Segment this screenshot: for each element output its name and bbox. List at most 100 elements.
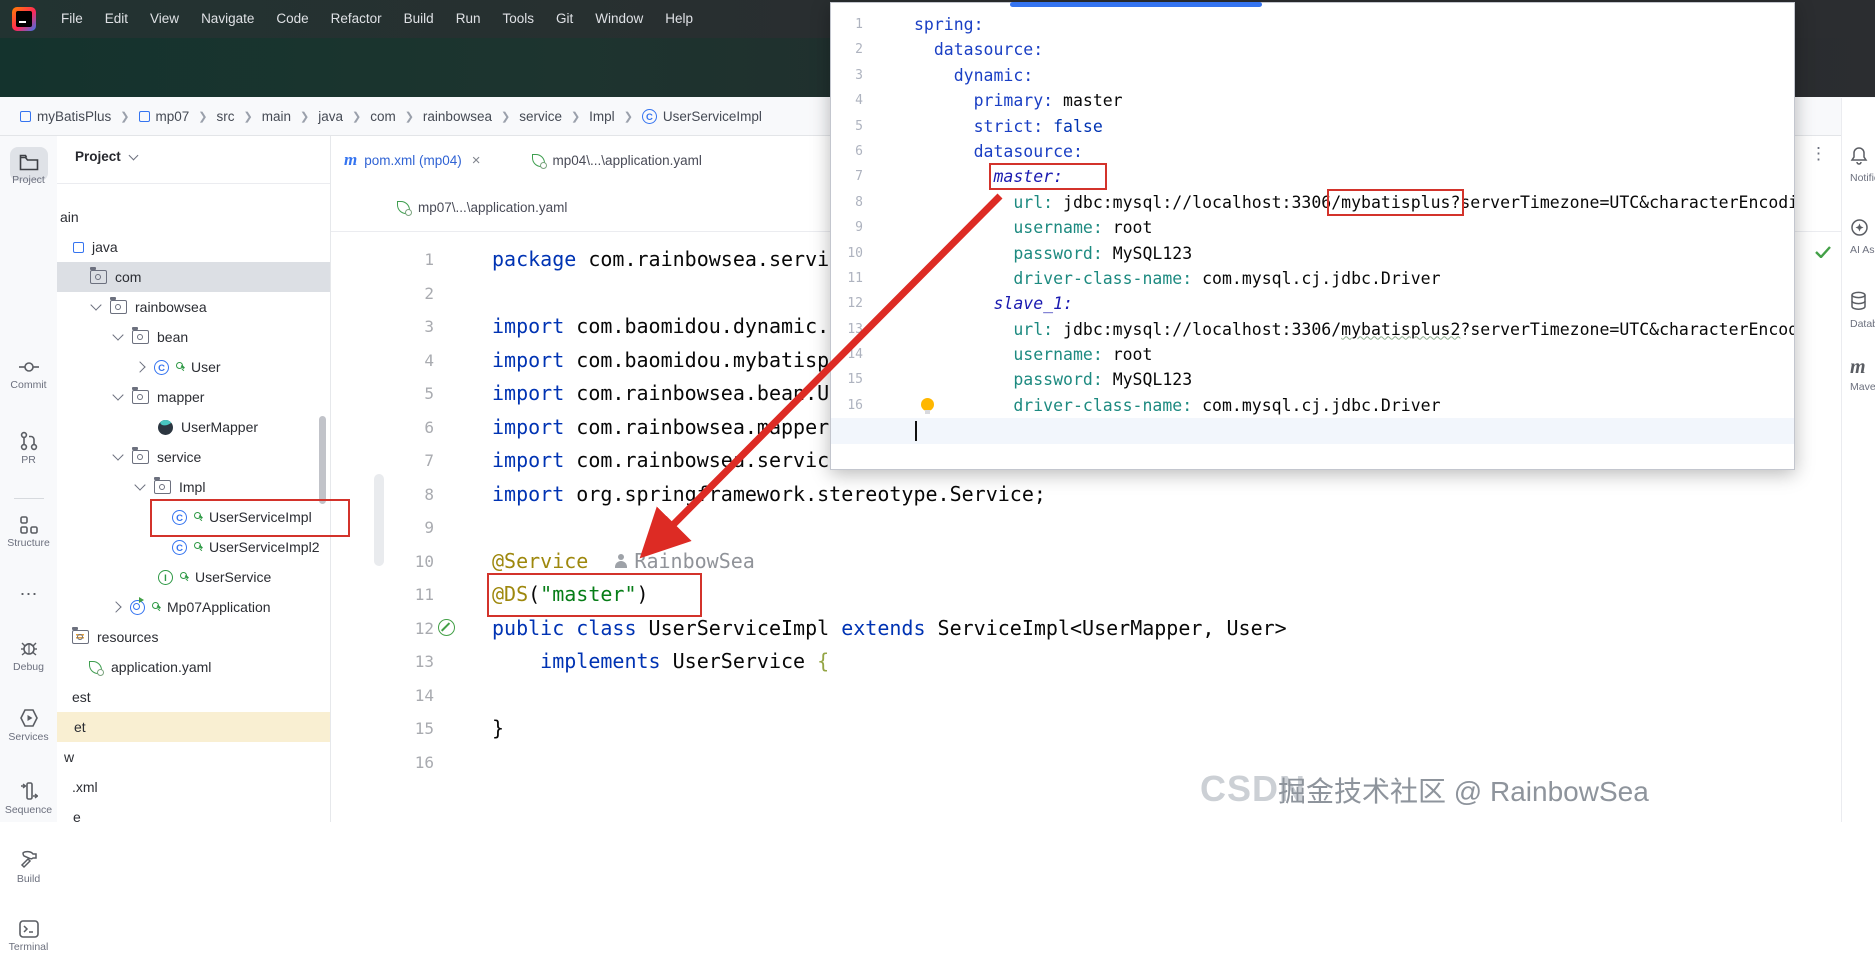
stripe-more[interactable]: ⋯ — [0, 584, 57, 605]
folder-icon — [132, 447, 149, 464]
breadcrumb-project[interactable]: myBatisPlus — [20, 109, 111, 124]
tree-item-xml[interactable]: .xml — [57, 772, 330, 802]
breadcrumb-mp07[interactable]: mp07 — [138, 109, 189, 124]
stripe-commit[interactable]: Commit — [0, 358, 57, 391]
chevron-down-icon[interactable] — [112, 389, 124, 401]
chevron-down-icon[interactable] — [112, 449, 124, 461]
folder-icon — [132, 387, 149, 404]
menu-code[interactable]: Code — [265, 0, 319, 38]
menu-git[interactable]: Git — [545, 0, 584, 38]
watermark: CSDN掘金技术社区 @ RainbowSea — [1200, 768, 1649, 810]
tree-item-target[interactable]: et — [57, 712, 330, 742]
folder-icon — [132, 327, 149, 344]
source-root-icon — [73, 241, 84, 253]
menu-file[interactable]: File — [50, 0, 94, 38]
database-icon — [1851, 291, 1866, 310]
tab-mp07-application-yaml[interactable]: mp07\...\application.yaml — [382, 184, 581, 231]
tree-item-impl[interactable]: Impl — [57, 472, 330, 502]
stripe-terminal[interactable]: Terminal — [0, 920, 57, 953]
structure-icon — [19, 516, 38, 534]
inspection-ok-icon[interactable] — [1815, 246, 1831, 258]
tree-item-user[interactable]: C User — [57, 352, 330, 382]
stripe-services[interactable]: Services — [0, 708, 57, 743]
breadcrumb-service[interactable]: service — [519, 109, 562, 124]
breadcrumb-com[interactable]: com — [370, 109, 396, 124]
menu-window[interactable]: Window — [584, 0, 654, 38]
folder-icon — [110, 297, 127, 314]
bug-icon — [20, 642, 37, 656]
class-icon: C — [172, 539, 187, 555]
chevron-right-icon[interactable] — [110, 601, 122, 613]
yaml-gutter: 1234567891011121314151617 — [847, 17, 863, 438]
tree-scrollbar-thumb[interactable] — [319, 416, 326, 504]
editor-scrollbar-thumb[interactable] — [374, 474, 384, 566]
maven-icon: m — [1850, 356, 1866, 378]
key-icon — [179, 571, 189, 583]
ide-logo-icon — [12, 7, 36, 31]
menu-help[interactable]: Help — [654, 0, 704, 38]
menu-edit[interactable]: Edit — [94, 0, 139, 38]
tree-item-resources[interactable]: resources — [57, 622, 330, 652]
stripe-notifications[interactable]: Notifica — [1850, 146, 1875, 184]
tree-item-mapper[interactable]: mapper — [57, 382, 330, 412]
chevron-down-icon[interactable] — [112, 329, 124, 341]
tree-item-mp07application[interactable]: Mp07Application — [57, 592, 330, 622]
tree-item-e[interactable]: e — [57, 802, 330, 822]
tree-item-usermapper[interactable]: UserMapper — [57, 412, 330, 442]
tree-item-bean[interactable]: bean — [57, 322, 330, 352]
menu-tools[interactable]: Tools — [491, 0, 545, 38]
stripe-pull-requests[interactable]: PR — [0, 431, 57, 466]
class-icon: C — [154, 359, 169, 375]
tree-item-main[interactable]: ain — [57, 202, 330, 232]
menu-navigate[interactable]: Navigate — [190, 0, 265, 38]
yaml-popup-editor[interactable]: 1234567891011121314151617 spring: dataso… — [830, 2, 1795, 470]
tree-item-userservice[interactable]: I UserService — [57, 562, 330, 592]
stripe-ai-assistant[interactable]: AI Assi — [1850, 218, 1875, 256]
project-panel: Project ain java com rainbowsea bean C Us… — [57, 136, 331, 822]
stripe-sequence[interactable]: Sequence — [0, 781, 57, 816]
intention-bulb-icon[interactable] — [921, 398, 934, 414]
stripe-maven[interactable]: m Maven — [1850, 356, 1875, 393]
spring-bean-gutter-icon[interactable] — [438, 619, 455, 636]
stripe-project[interactable]: Project — [0, 147, 57, 186]
breadcrumb-impl[interactable]: Impl — [589, 109, 615, 124]
chevron-down-icon[interactable] — [134, 479, 146, 491]
close-icon[interactable]: × — [472, 152, 481, 169]
stripe-database[interactable]: Databa — [1850, 291, 1875, 330]
tree-item-java[interactable]: java — [57, 232, 330, 262]
project-panel-header[interactable]: Project — [75, 149, 139, 164]
breadcrumb-rainbowsea[interactable]: rainbowsea — [423, 109, 492, 124]
tree-item-rainbowsea[interactable]: rainbowsea — [57, 292, 330, 322]
chevron-right-icon[interactable] — [134, 361, 146, 373]
menu-view[interactable]: View — [139, 0, 190, 38]
menu-run[interactable]: Run — [445, 0, 492, 38]
tab-pom-xml[interactable]: m pom.xml (mp04) × — [330, 136, 495, 184]
breadcrumb-java[interactable]: java — [318, 109, 343, 124]
tree-item-com[interactable]: com — [57, 262, 330, 292]
breadcrumb-src[interactable]: src — [217, 109, 235, 124]
spring-leaf-icon — [531, 153, 547, 169]
yaml-code[interactable]: spring: datasource: dynamic: primary: ma… — [914, 12, 1794, 444]
commit-icon — [18, 362, 39, 372]
spring-leaf-icon — [88, 660, 104, 676]
tree-item-application-yaml[interactable]: application.yaml — [57, 652, 330, 682]
stripe-build[interactable]: Build — [0, 850, 57, 885]
chevron-down-icon[interactable] — [90, 299, 102, 311]
breadcrumb-main[interactable]: main — [262, 109, 291, 124]
tree-item-test[interactable]: est — [57, 682, 330, 712]
left-tool-stripe: Project Commit PR Structure ⋯ Debug Serv… — [0, 136, 58, 953]
menu-build[interactable]: Build — [393, 0, 445, 38]
mybatis-icon — [158, 419, 173, 435]
tree-item-w[interactable]: w — [57, 742, 330, 772]
tab-mp04-application-yaml[interactable]: mp04\...\application.yaml — [517, 136, 716, 184]
pull-request-icon — [20, 431, 37, 451]
editor-options-icon[interactable]: ⋮ — [1810, 145, 1827, 162]
menu-refactor[interactable]: Refactor — [320, 0, 393, 38]
resources-folder-icon — [72, 627, 89, 644]
tree-item-service[interactable]: service — [57, 442, 330, 472]
breadcrumb-class[interactable]: C UserServiceImpl — [641, 108, 762, 124]
folder-icon — [154, 477, 171, 494]
chevron-down-icon — [128, 150, 139, 161]
stripe-structure[interactable]: Structure — [0, 516, 57, 549]
stripe-debug[interactable]: Debug — [0, 638, 57, 673]
